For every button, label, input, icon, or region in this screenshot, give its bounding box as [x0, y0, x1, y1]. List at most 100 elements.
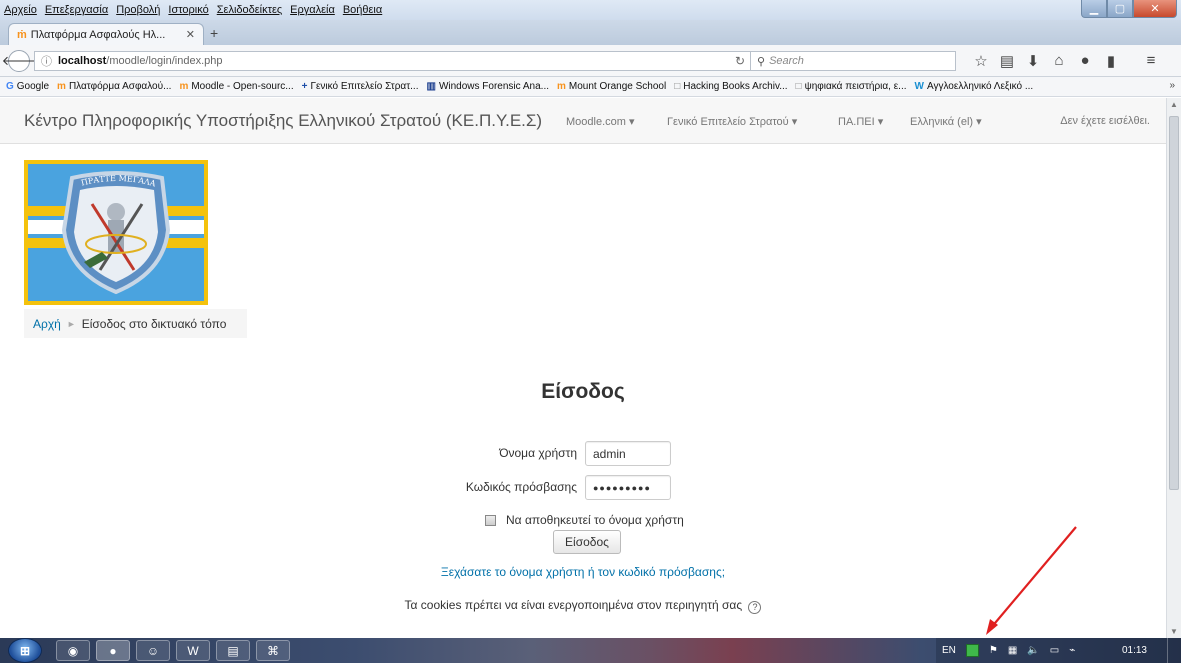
- tab-title: Πλατφόρμα Ασφαλούς Ηλ...: [30, 28, 166, 41]
- bookmark-item[interactable]: m Moodle - Open-sourc...: [179, 81, 293, 92]
- username-input[interactable]: admin: [585, 441, 671, 466]
- volume-icon[interactable]: 🔈: [1027, 645, 1039, 656]
- menu-history[interactable]: Ιστορικό: [168, 4, 208, 16]
- firefox-icon[interactable]: ●: [96, 640, 130, 661]
- bookmark-label: Hacking Books Archiv...: [683, 81, 788, 92]
- show-desktop-button[interactable]: [1167, 638, 1181, 663]
- system-tray: EN ⚑ ▦ 🔈 ▭ ⌁ 01:13: [936, 638, 1181, 663]
- downloads-icon[interactable]: ⬇: [1020, 52, 1046, 70]
- pocket-icon[interactable]: ▮: [1098, 52, 1124, 70]
- bookmark-item[interactable]: W Αγγλοελληνικό Λεξικό ...: [915, 81, 1034, 92]
- page-scrollbar[interactable]: ▲ ▼: [1166, 98, 1181, 638]
- page-icon: □: [674, 81, 681, 92]
- reading-list-icon[interactable]: ▤: [994, 52, 1020, 70]
- password-label: Κωδικός πρόσβασης: [465, 480, 577, 494]
- menu-file[interactable]: Αρχείο: [4, 4, 37, 16]
- breadcrumb-home-link[interactable]: Αρχή: [33, 317, 61, 331]
- password-row: Κωδικός πρόσβασης ●●●●●●●●●: [0, 475, 1166, 501]
- menu-edit[interactable]: Επεξεργασία: [45, 4, 108, 16]
- remember-username-checkbox[interactable]: [485, 514, 496, 526]
- bookmark-item[interactable]: ▥ Windows Forensic Ana...: [427, 81, 550, 92]
- moodle-navbar: Κέντρο Πληροφορικής Υποστήριξης Ελληνικο…: [0, 98, 1166, 144]
- back-button[interactable]: 🡐: [2, 50, 36, 72]
- bookmark-item[interactable]: G Google: [6, 81, 49, 92]
- nav-general-staff[interactable]: Γενικό Επιτελείο Στρατού ▾: [667, 115, 797, 128]
- language-menu[interactable]: Ελληνικά (el) ▾: [910, 115, 982, 128]
- tab-moodle-login[interactable]: ṁ Πλατφόρμα Ασφαλούς Ηλ... ✕: [8, 23, 204, 45]
- breadcrumb: Αρχή ► Είσοδος στο δικτυακό τόπο: [24, 309, 247, 338]
- close-tab-icon[interactable]: ✕: [186, 28, 195, 41]
- window-controls: ▁ ▢ ✕: [1081, 0, 1177, 18]
- bookmark-label: ψηφιακά πειστήρια, ε...: [804, 81, 907, 92]
- nav-moodle-com[interactable]: Moodle.com ▾: [566, 115, 635, 128]
- home-icon[interactable]: ⌂: [1046, 52, 1072, 70]
- moodle-icon: m: [557, 81, 566, 92]
- url-path: /moodle/login/index.php: [106, 55, 223, 67]
- tray-app-icon[interactable]: [965, 644, 979, 657]
- file-explorer-icon[interactable]: ▤: [216, 640, 250, 661]
- taskbar-clock[interactable]: 01:13: [1122, 645, 1147, 656]
- reload-icon[interactable]: ↻: [735, 54, 745, 68]
- bookmark-label: Moodle - Open-sourc...: [191, 81, 294, 92]
- bookmark-label: Αγγλοελληνικό Λεξικό ...: [926, 81, 1034, 92]
- start-button[interactable]: ⊞: [8, 638, 42, 663]
- login-button[interactable]: Είσοδος: [553, 530, 621, 554]
- menu-tools[interactable]: Εργαλεία: [290, 4, 335, 16]
- password-input[interactable]: ●●●●●●●●●: [585, 475, 671, 500]
- wordreference-icon: W: [914, 81, 924, 92]
- minimize-button[interactable]: ▁: [1081, 0, 1107, 18]
- toolbar-icons: ☆ ▤ ⬇ ⌂ ● ▮ ≡: [968, 52, 1164, 70]
- nav-papei[interactable]: ΠΑ.ΠΕΙ ▾: [838, 115, 883, 128]
- username-row: Όνομα χρήστη admin: [0, 441, 1166, 467]
- bookmark-star-icon[interactable]: ☆: [968, 52, 994, 70]
- messenger-icon[interactable]: ☺: [136, 640, 170, 661]
- chrome-icon[interactable]: ◉: [56, 640, 90, 661]
- menu-help[interactable]: Βοήθεια: [343, 4, 382, 16]
- language-indicator[interactable]: EN: [942, 645, 956, 656]
- chat-icon[interactable]: ●: [1072, 52, 1098, 70]
- scroll-up-icon[interactable]: ▲: [1170, 100, 1178, 109]
- flag-icon: +: [301, 81, 308, 92]
- display-icon[interactable]: ▭: [1050, 645, 1059, 656]
- login-status: Δεν έχετε εισέλθει.: [1060, 115, 1150, 127]
- search-icon: ⚲: [757, 55, 766, 68]
- close-window-button[interactable]: ✕: [1133, 0, 1177, 18]
- usb-icon[interactable]: ⌁: [1069, 645, 1075, 656]
- site-brand[interactable]: Κέντρο Πληροφορικής Υποστήριξης Ελληνικο…: [24, 111, 542, 131]
- remember-username-label[interactable]: Να αποθηκευτεί το όνομα χρήστη: [506, 513, 684, 527]
- url-host: localhost: [58, 55, 107, 67]
- scroll-down-icon[interactable]: ▼: [1170, 627, 1178, 636]
- url-bar[interactable]: ⓘ localhost/moodle/login/index.php ↻: [34, 51, 752, 71]
- breadcrumb-current: Είσοδος στο δικτυακό τόπο: [81, 316, 227, 331]
- help-icon[interactable]: ?: [748, 601, 762, 614]
- bookmark-label: Mount Orange School: [568, 81, 667, 92]
- action-center-icon[interactable]: ⚑: [989, 645, 998, 656]
- network-icon[interactable]: ▦: [1008, 645, 1017, 656]
- cookies-notice-text: Τα cookies πρέπει να είναι ενεργοποιημέν…: [404, 598, 743, 612]
- moodle-icon: ṁ: [17, 28, 27, 41]
- bookmark-item[interactable]: + Γενικό Επιτελείο Στρατ...: [302, 81, 419, 92]
- word-icon[interactable]: W: [176, 640, 210, 661]
- bookmark-label: Google: [16, 81, 50, 92]
- grid-icon: ▥: [426, 81, 436, 92]
- bookmark-item[interactable]: m Πλατφόρμα Ασφαλού...: [57, 81, 171, 92]
- menu-bookmarks[interactable]: Σελιδοδείκτες: [217, 4, 282, 16]
- scrollbar-thumb[interactable]: [1169, 116, 1179, 490]
- menu-view[interactable]: Προβολή: [116, 4, 160, 16]
- bookmark-item[interactable]: m Mount Orange School: [557, 81, 666, 92]
- tab-strip: ṁ Πλατφόρμα Ασφαλούς Ηλ... ✕ +: [0, 20, 1181, 45]
- new-tab-button[interactable]: +: [210, 25, 218, 41]
- acrobat-icon[interactable]: ⌘: [256, 640, 290, 661]
- bookmarks-overflow-button[interactable]: »: [1169, 80, 1175, 91]
- maximize-button[interactable]: ▢: [1107, 0, 1133, 18]
- bookmark-item[interactable]: □ ψηφιακά πειστήρια, ε...: [796, 81, 907, 92]
- hamburger-menu-icon[interactable]: ≡: [1138, 52, 1164, 70]
- bookmark-item[interactable]: □ Hacking Books Archiv...: [674, 81, 787, 92]
- breadcrumb-separator-icon: ►: [66, 318, 76, 329]
- emblem-image: ΠΡΑΤΤΕ ΜΕΓΑΛΑ: [24, 160, 208, 305]
- windows-taskbar: ⊞ ◉ ● ☺ W ▤ ⌘ EN ⚑ ▦ 🔈 ▭ ⌁ 01:13: [0, 638, 1181, 663]
- page-icon: □: [795, 81, 802, 92]
- search-input[interactable]: ⚲ Search: [750, 51, 956, 71]
- forgot-link-text[interactable]: Ξεχάσατε το όνομα χρήστη ή τον κωδικό πρ…: [441, 565, 725, 579]
- site-info-icon[interactable]: ⓘ: [41, 53, 52, 69]
